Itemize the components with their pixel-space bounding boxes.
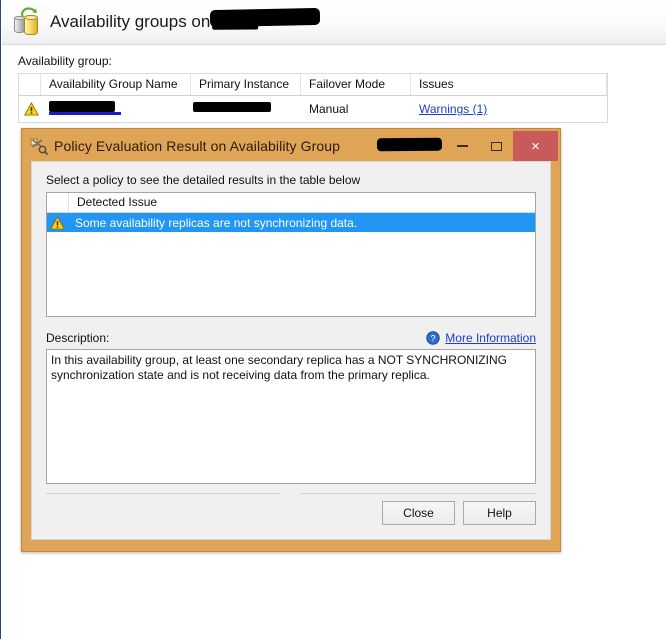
issues-column-header-icon	[47, 193, 69, 212]
host-body: Availability group: Availability Group N…	[2, 46, 666, 123]
redacted-server-name	[209, 7, 321, 28]
dialog-button-bar: Close Help	[382, 501, 536, 525]
close-button-action[interactable]: Close	[382, 501, 455, 525]
issues-column-header-detected-issue[interactable]: Detected Issue	[69, 193, 157, 212]
instruction-label: Select a policy to see the detailed resu…	[46, 173, 361, 187]
close-button[interactable]: ×	[513, 131, 558, 161]
page-title: Availability groups on	[50, 12, 211, 31]
description-text: In this availability group, at least one…	[51, 353, 511, 382]
redacted-group-name	[49, 101, 115, 112]
warnings-link[interactable]: Warnings (1)	[419, 102, 487, 116]
column-header-failover-mode[interactable]: Failover Mode	[301, 74, 411, 95]
issue-text: Some availability replicas are not synch…	[75, 215, 358, 230]
dialog-titlebar[interactable]: Policy Evaluation Result on Availability…	[24, 131, 558, 161]
window-controls: ×	[445, 131, 558, 161]
description-textbox[interactable]: In this availability group, at least one…	[46, 349, 536, 484]
maximize-icon	[490, 141, 502, 151]
warning-triangle-icon	[24, 102, 39, 116]
minimize-button[interactable]	[445, 131, 479, 161]
group-name-link-underline	[49, 112, 121, 115]
row-status-cell	[19, 96, 41, 122]
close-icon: ×	[531, 137, 540, 155]
more-information-group: ? More Information	[426, 331, 536, 345]
detected-issues-list[interactable]: Detected Issue Some availability replica…	[46, 192, 536, 317]
dialog-content: Select a policy to see the detailed resu…	[31, 161, 551, 540]
policy-evaluation-result-dialog: Policy Evaluation Result on Availability…	[21, 128, 561, 552]
row-failover-mode: Manual	[309, 102, 349, 116]
row-availability-group-name[interactable]	[41, 96, 191, 122]
row-primary-instance	[191, 96, 301, 122]
table-row[interactable]: Manual Warnings (1)	[19, 96, 607, 122]
policy-icon	[29, 137, 48, 156]
description-bar: Description: ? More Information	[46, 330, 536, 346]
help-button[interactable]: Help	[463, 501, 536, 525]
column-header-status[interactable]	[19, 74, 41, 95]
list-item[interactable]: Some availability replicas are not synch…	[47, 213, 535, 232]
issue-status-cell	[47, 215, 68, 230]
dialog-title: Policy Evaluation Result on Availability…	[54, 138, 341, 154]
row-issues: Warnings (1)	[411, 96, 607, 122]
dialog-separator	[46, 492, 536, 496]
more-information-link[interactable]: More Information	[445, 331, 536, 345]
host-header: Availability groups on	[2, 0, 666, 45]
grid-header-row: Availability Group Name Primary Instance…	[19, 74, 607, 96]
availability-group-label: Availability group:	[18, 54, 112, 68]
warning-triangle-icon	[50, 215, 65, 230]
database-refresh-icon	[12, 7, 42, 37]
dialog-inner: Policy Evaluation Result on Availability…	[24, 131, 558, 549]
availability-group-grid: Availability Group Name Primary Instance…	[18, 73, 608, 123]
maximize-button[interactable]	[479, 131, 513, 161]
description-label: Description:	[46, 331, 110, 345]
column-header-primary-instance[interactable]: Primary Instance	[191, 74, 301, 95]
column-header-availability-group-name[interactable]: Availability Group Name	[41, 74, 191, 95]
redacted-dialog-group-name	[376, 137, 443, 152]
redacted-primary-instance	[193, 102, 271, 112]
minimize-icon	[456, 145, 468, 147]
help-circle-icon[interactable]: ?	[426, 331, 440, 345]
svg-text:?: ?	[431, 333, 436, 343]
issues-header-row: Detected Issue	[47, 193, 535, 213]
column-header-issues[interactable]: Issues	[411, 74, 607, 95]
